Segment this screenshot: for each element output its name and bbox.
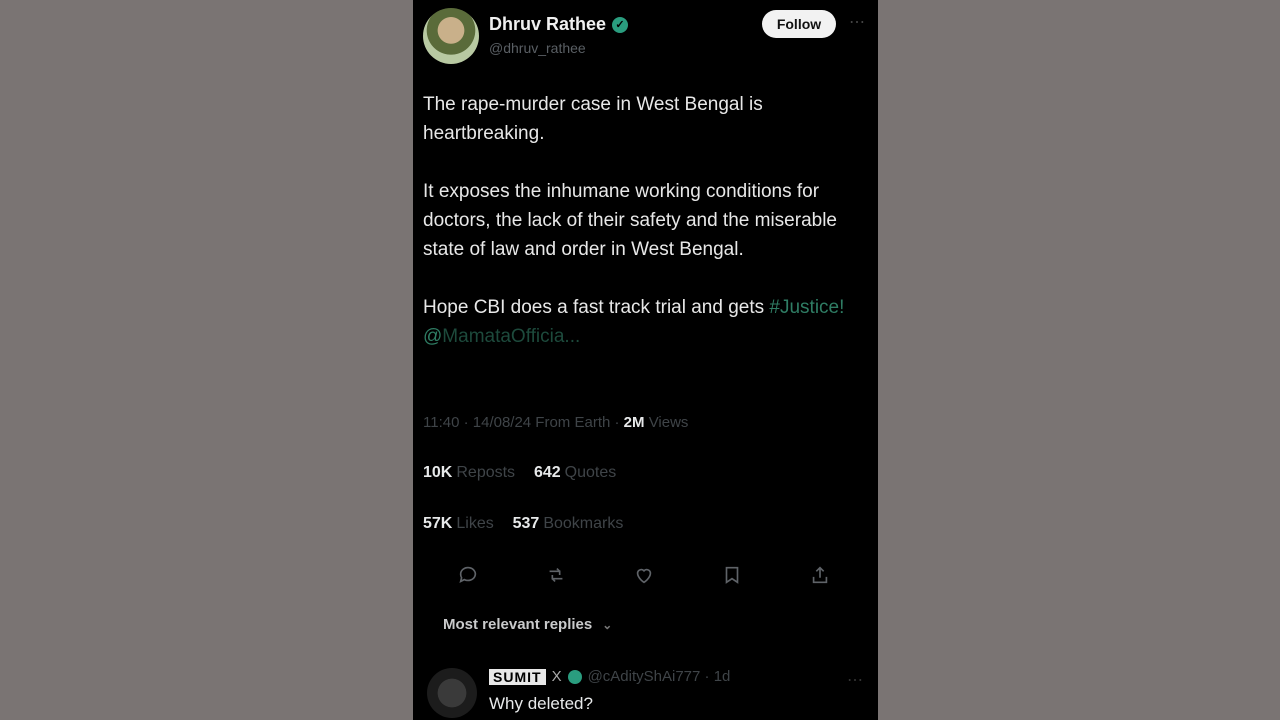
more-options-icon[interactable]: ⋯: [849, 12, 866, 32]
repost-icon[interactable]: [541, 560, 571, 590]
quotes-count: 642: [533, 464, 561, 481]
quotes-stat[interactable]: 642 Quotes: [534, 464, 616, 481]
bookmark-icon[interactable]: [717, 560, 747, 590]
follow-button[interactable]: Follow: [762, 10, 836, 38]
replies-sort-label: Most relevant replies: [443, 616, 593, 633]
author-handle[interactable]: @dhruv_rathee: [489, 40, 586, 56]
mention-prefix: @: [423, 326, 443, 347]
reply-item[interactable]: SUMIT X @cAdityShAi777 · 1d ⋯ Why delete…: [423, 662, 863, 720]
author-name[interactable]: Dhruv Rathee: [489, 14, 606, 35]
reply-x-mark: X: [551, 668, 562, 685]
tweet-timestamp[interactable]: 11:40 · 14/08/24 From Earth ·: [423, 414, 620, 431]
bookmarks-count: 537: [512, 515, 540, 532]
reply-text: Why deleted?: [489, 694, 593, 713]
reply-icon[interactable]: [453, 560, 483, 590]
likes-label: Likes: [456, 515, 494, 532]
reply-verified-badge-icon: [567, 669, 582, 684]
author-avatar[interactable]: [423, 8, 479, 64]
views-count: 2M: [623, 414, 645, 431]
share-icon[interactable]: [805, 560, 835, 590]
tweet-paragraph-2: It exposes the inhumane working conditio…: [423, 181, 837, 260]
mention-link[interactable]: @MamataOfficia...: [423, 326, 580, 347]
reply-handle[interactable]: @cAdityShAi777 · 1d: [588, 668, 731, 685]
action-bar: [453, 560, 853, 592]
engagement-stats-row-2: 57K Likes 537 Bookmarks: [423, 515, 623, 533]
like-icon[interactable]: [629, 560, 659, 590]
reposts-label: Reposts: [456, 464, 516, 481]
author-name-row: Dhruv Rathee ✓: [489, 14, 629, 35]
bookmarks-stat[interactable]: 537 Bookmarks: [513, 515, 624, 532]
tweet-paragraph-3-text: Hope CBI does a fast track trial and get…: [423, 297, 770, 318]
reposts-count: 10K: [423, 464, 453, 481]
engagement-stats-row-1: 10K Reposts 642 Quotes: [423, 464, 616, 482]
reply-more-options-icon[interactable]: ⋯: [847, 670, 863, 690]
reply-header: SUMIT X @cAdityShAi777 · 1d: [489, 668, 730, 685]
quotes-label: Quotes: [564, 464, 617, 481]
chevron-down-icon: ⌄: [602, 617, 613, 632]
hashtag-link[interactable]: #Justice!: [769, 297, 844, 318]
likes-count: 57K: [423, 515, 453, 532]
verified-badge-icon: ✓: [612, 16, 629, 33]
replies-sort-dropdown[interactable]: Most relevant replies ⌄: [443, 616, 612, 633]
reply-author-name[interactable]: SUMIT: [489, 668, 546, 685]
bookmarks-label: Bookmarks: [543, 515, 624, 532]
reply-avatar[interactable]: [427, 668, 477, 718]
views-label: Views: [648, 414, 689, 431]
likes-stat[interactable]: 57K Likes: [423, 515, 494, 532]
tweet-screen: Dhruv Rathee ✓ @dhruv_rathee Follow ⋯ Th…: [413, 0, 878, 720]
tweet-body: The rape-murder case in West Bengal is h…: [423, 90, 863, 351]
tweet-header: Dhruv Rathee ✓ @dhruv_rathee Follow ⋯: [423, 6, 868, 66]
tweet-meta: 11:40 · 14/08/24 From Earth · 2M Views: [423, 414, 688, 431]
tweet-paragraph-3: Hope CBI does a fast track trial and get…: [423, 293, 863, 351]
mention-truncated: MamataOfficia...: [442, 326, 581, 347]
reposts-stat[interactable]: 10K Reposts: [423, 464, 515, 481]
tweet-paragraph-1: The rape-murder case in West Bengal is h…: [423, 94, 763, 144]
